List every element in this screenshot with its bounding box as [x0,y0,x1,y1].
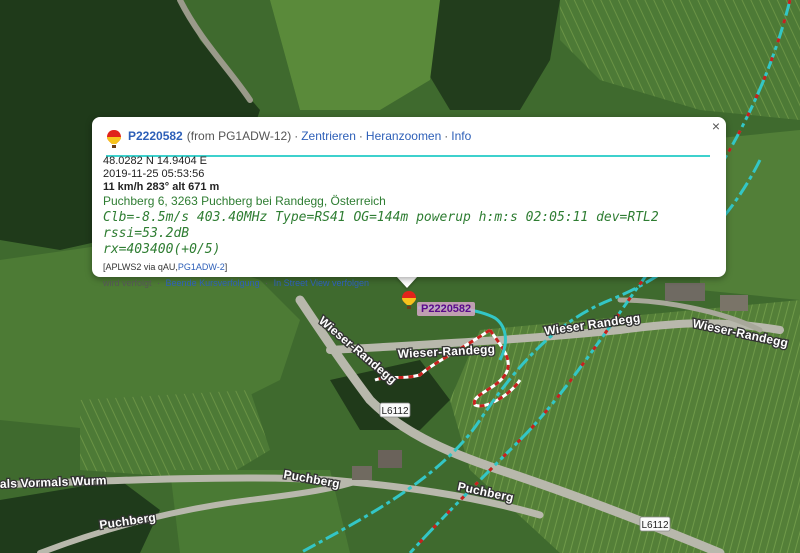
from-station: (from PG1ADW-12) [186,129,292,143]
speed-text: 11 km/h 283° alt 671 m [103,181,220,193]
popup-body: 48.0282 N 14.9404 E 2019-11-25 05:53:56 … [103,155,712,290]
marker-callsign-label[interactable]: P2220582 [417,302,476,316]
path-prefix: [APLWS2 via qAU, [103,262,178,272]
comment-text: Clb=-8.5m/s 403.40MHz Type=RS41 OG=144m … [103,210,712,258]
balloon-icon [107,130,121,148]
address-text: Puchberg 6, 3263 Puchberg bei Randegg, Ö… [103,194,386,208]
close-button[interactable]: × [712,118,720,134]
zoom-in-link[interactable]: Heranzoomen [366,129,441,143]
building [352,466,372,480]
info-link[interactable]: Info [451,129,471,143]
separator: · [444,129,449,143]
street-view-link[interactable]: In Street View verfolgen [274,278,369,288]
tracking-status: wird verfolgt [103,278,152,288]
path-station-link[interactable]: PG1ADW-2 [178,262,225,272]
separator: · [265,278,269,288]
popup-header: P2220582 (from PG1ADW-12) · Zentrieren ·… [106,129,710,157]
svg-text:L6112: L6112 [381,406,409,417]
path-text: [APLWS2 via qAU,PG1ADW-2] [103,261,712,274]
stop-tracking-link[interactable]: Beende Kursverfolgung [166,278,260,288]
road-shield: L6112 [379,402,411,418]
callsign-link[interactable]: P2220582 [128,129,183,143]
center-link[interactable]: Zentrieren [301,129,356,143]
road-shield: L6112 [639,516,671,532]
separator: · [157,278,161,288]
building [720,295,748,311]
meadow [80,390,270,480]
comment-line: Clb=-8.5m/s 403.40MHz Type=RS41 OG=144m … [103,210,659,241]
comment-line: rx=403400(+0/5) [103,242,221,257]
separator: · [358,129,363,143]
info-popup: × P2220582 (from PG1ADW-12) · Zentrieren… [92,117,726,288]
building [378,450,402,468]
timestamp-text: 2019-11-25 05:53:56 [103,168,205,180]
path-suffix: ] [224,262,228,272]
actions-row: wird verfolgt · Beende Kursverfolgung · … [103,277,712,290]
separator: · [294,129,299,143]
balloon-icon[interactable] [401,290,417,310]
position-text: 48.0282 N 14.9404 E [103,155,207,167]
svg-text:L6112: L6112 [641,520,669,531]
